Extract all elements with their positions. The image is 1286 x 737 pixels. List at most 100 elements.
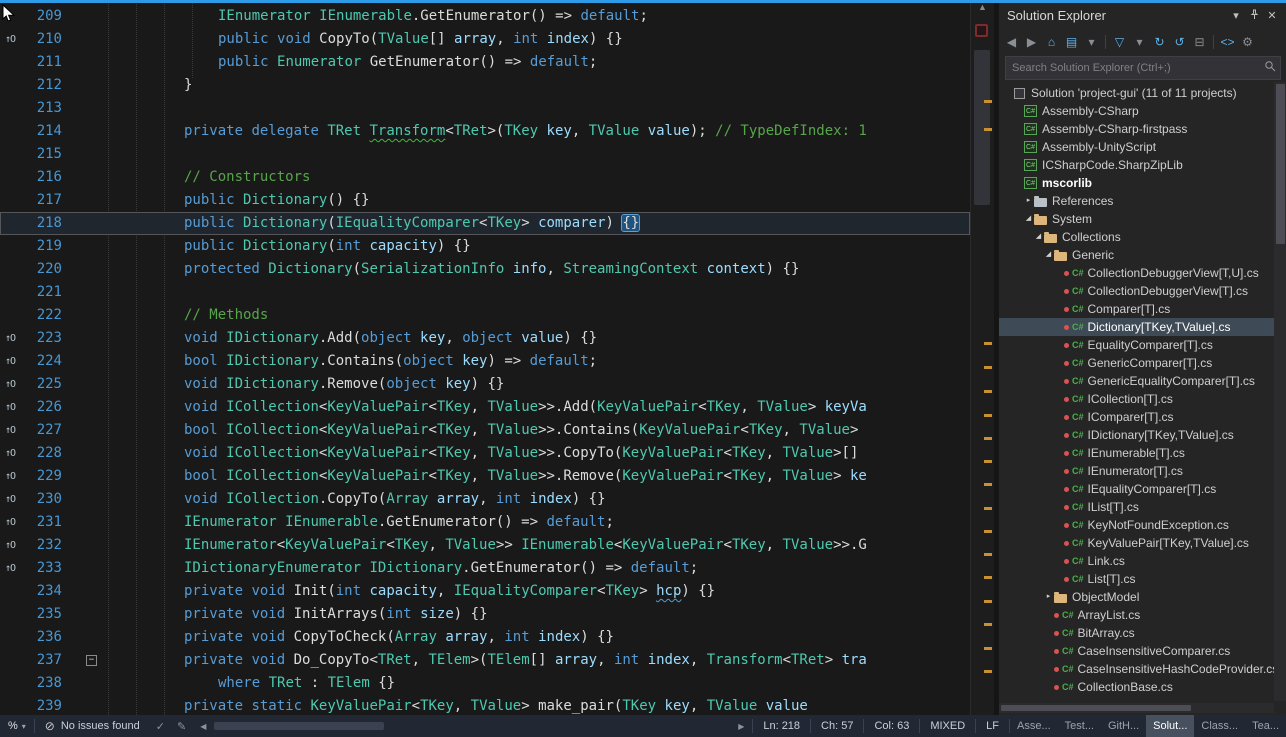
tree-item[interactable]: C#KeyValuePair[TKey,TValue].cs <box>999 534 1286 552</box>
search-input[interactable] <box>1010 61 1264 75</box>
document-health-indicator[interactable] <box>975 24 988 37</box>
code-line[interactable]: ↑O229bool ICollection<KeyValuePair<TKey,… <box>0 465 970 488</box>
line-number[interactable]: 228 <box>20 442 64 465</box>
inheritance-margin-icon[interactable]: ↑O <box>0 396 20 419</box>
line-number[interactable]: 226 <box>20 396 64 419</box>
views-caret-icon[interactable]: ▾ <box>1083 35 1100 49</box>
code-line[interactable]: 212} <box>0 74 970 97</box>
inheritance-margin-icon[interactable]: ↑O <box>0 534 20 557</box>
tree-item[interactable]: C#Assembly-CSharp <box>999 102 1286 120</box>
line-number[interactable]: 223 <box>20 327 64 350</box>
code-line[interactable]: ↑O230void ICollection.CopyTo(Array array… <box>0 488 970 511</box>
tree-item[interactable]: Solution 'project-gui' (11 of 11 project… <box>999 84 1286 102</box>
inheritance-margin-icon[interactable]: ↑O <box>0 511 20 534</box>
line-number[interactable]: 235 <box>20 603 64 626</box>
inheritance-margin-icon[interactable]: ↑O <box>0 350 20 373</box>
tree-item[interactable]: C#Assembly-UnityScript <box>999 138 1286 156</box>
line-number[interactable]: 236 <box>20 626 64 649</box>
check-icon[interactable]: ✓ <box>150 720 171 733</box>
tree-item[interactable]: ◢Generic <box>999 246 1286 264</box>
code-line[interactable]: 239private static KeyValuePair<TKey, TVa… <box>0 695 970 715</box>
scrollbar-thumb[interactable] <box>1001 705 1191 711</box>
code-line[interactable]: 217public Dictionary() {} <box>0 189 970 212</box>
tool-window-tab[interactable]: Class... <box>1194 715 1245 737</box>
line-number[interactable]: 227 <box>20 419 64 442</box>
tree-item[interactable]: C#IEnumerable[T].cs <box>999 444 1286 462</box>
tree-item[interactable]: ◢Collections <box>999 228 1286 246</box>
line-number[interactable]: 215 <box>20 143 64 166</box>
line-number[interactable]: 225 <box>20 373 64 396</box>
pin-icon[interactable] <box>1245 9 1263 23</box>
fold-collapse-icon[interactable]: − <box>86 655 97 666</box>
tree-item[interactable]: C#IComparer[T].cs <box>999 408 1286 426</box>
tool-window-tab[interactable]: Solut... <box>1146 715 1194 737</box>
edit-icon[interactable]: ✎ <box>171 720 192 733</box>
tree-item[interactable]: C#ICollection[T].cs <box>999 390 1286 408</box>
scrollbar-thumb[interactable] <box>1276 84 1285 244</box>
line-number[interactable]: 237 <box>20 649 64 672</box>
tree-item[interactable]: C#CollectionDebuggerView[T,U].cs <box>999 264 1286 282</box>
scroll-left-icon[interactable]: ◀ <box>196 722 210 731</box>
code-line[interactable]: 219public Dictionary(int capacity) {} <box>0 235 970 258</box>
properties-icon[interactable]: ⚙ <box>1239 35 1256 49</box>
editor-scrollbar[interactable]: ▲ <box>970 0 994 715</box>
inheritance-margin-icon[interactable]: ↑O <box>0 442 20 465</box>
filter-caret-icon[interactable]: ▾ <box>1131 35 1148 49</box>
code-line[interactable]: ↑O231IEnumerator IEnumerable.GetEnumerat… <box>0 511 970 534</box>
tree-horizontal-scrollbar[interactable] <box>999 703 1274 713</box>
line-number[interactable]: 219 <box>20 235 64 258</box>
inheritance-margin-icon[interactable]: ↑O <box>0 327 20 350</box>
line-number[interactable]: 222 <box>20 304 64 327</box>
inheritance-margin-icon[interactable]: ↑O <box>0 557 20 580</box>
line-number[interactable]: 210 <box>20 28 64 51</box>
tree-item[interactable]: ▸References <box>999 192 1286 210</box>
line-number[interactable]: 212 <box>20 74 64 97</box>
tree-item[interactable]: C#IList[T].cs <box>999 498 1286 516</box>
line-number[interactable]: 209 <box>20 5 64 28</box>
zoom-control[interactable]: % ▾ <box>0 720 34 732</box>
code-line[interactable]: 222// Methods <box>0 304 970 327</box>
code-line[interactable]: ↑O227bool ICollection<KeyValuePair<TKey,… <box>0 419 970 442</box>
expand-arrow-icon[interactable]: ▸ <box>1023 192 1034 210</box>
tree-item[interactable]: C#ArrayList.cs <box>999 606 1286 624</box>
line-number[interactable]: 217 <box>20 189 64 212</box>
code-line[interactable]: ↑O232IEnumerator<KeyValuePair<TKey, TVal… <box>0 534 970 557</box>
tree-item[interactable]: C#List[T].cs <box>999 570 1286 588</box>
line-number[interactable]: 231 <box>20 511 64 534</box>
line-number[interactable]: 218 <box>20 212 64 235</box>
sync-active-document-icon[interactable]: ↻ <box>1151 35 1168 49</box>
collapse-arrow-icon[interactable]: ◢ <box>1023 210 1034 228</box>
code-line[interactable]: 209IEnumerator IEnumerable.GetEnumerator… <box>0 5 970 28</box>
tool-window-tab[interactable]: Asse... <box>1010 715 1058 737</box>
tree-item[interactable]: C#IEqualityComparer[T].cs <box>999 480 1286 498</box>
tree-vertical-scrollbar[interactable] <box>1274 82 1286 701</box>
line-number[interactable]: 239 <box>20 695 64 715</box>
code-line[interactable]: 216// Constructors <box>0 166 970 189</box>
line-number[interactable]: 234 <box>20 580 64 603</box>
code-line[interactable]: ↑O223void IDictionary.Add(object key, ob… <box>0 327 970 350</box>
code-line[interactable]: 218public Dictionary(IEqualityComparer<T… <box>0 212 970 235</box>
code-line[interactable]: 221 <box>0 281 970 304</box>
close-icon[interactable]: ✕ <box>1263 9 1281 22</box>
tree-item[interactable]: C#BitArray.cs <box>999 624 1286 642</box>
chevron-down-icon[interactable]: ▾ <box>1227 9 1245 22</box>
line-number[interactable]: 232 <box>20 534 64 557</box>
tree-item[interactable]: C#IEnumerator[T].cs <box>999 462 1286 480</box>
line-number[interactable]: 214 <box>20 120 64 143</box>
pending-filter-icon[interactable]: ▽ <box>1111 35 1128 49</box>
code-editor[interactable]: 209IEnumerator IEnumerable.GetEnumerator… <box>0 0 970 715</box>
tree-item[interactable]: C#Comparer[T].cs <box>999 300 1286 318</box>
line-number[interactable]: 230 <box>20 488 64 511</box>
back-icon[interactable]: ◀ <box>1003 35 1020 49</box>
tree-item[interactable]: C#GenericComparer[T].cs <box>999 354 1286 372</box>
solution-explorer-titlebar[interactable]: Solution Explorer ▾ ✕ <box>999 0 1286 28</box>
tree-item[interactable]: ▸ObjectModel <box>999 588 1286 606</box>
tree-item[interactable]: C#CaseInsensitiveComparer.cs <box>999 642 1286 660</box>
switch-views-icon[interactable]: ▤ <box>1063 35 1080 49</box>
scroll-right-icon[interactable]: ▶ <box>734 722 748 731</box>
tree-item[interactable]: C#ICSharpCode.SharpZipLib <box>999 156 1286 174</box>
code-line[interactable]: ↑O210public void CopyTo(TValue[] array, … <box>0 28 970 51</box>
line-number[interactable]: 221 <box>20 281 64 304</box>
search-icon[interactable] <box>1264 59 1276 77</box>
tool-window-tab[interactable]: GitH... <box>1101 715 1146 737</box>
